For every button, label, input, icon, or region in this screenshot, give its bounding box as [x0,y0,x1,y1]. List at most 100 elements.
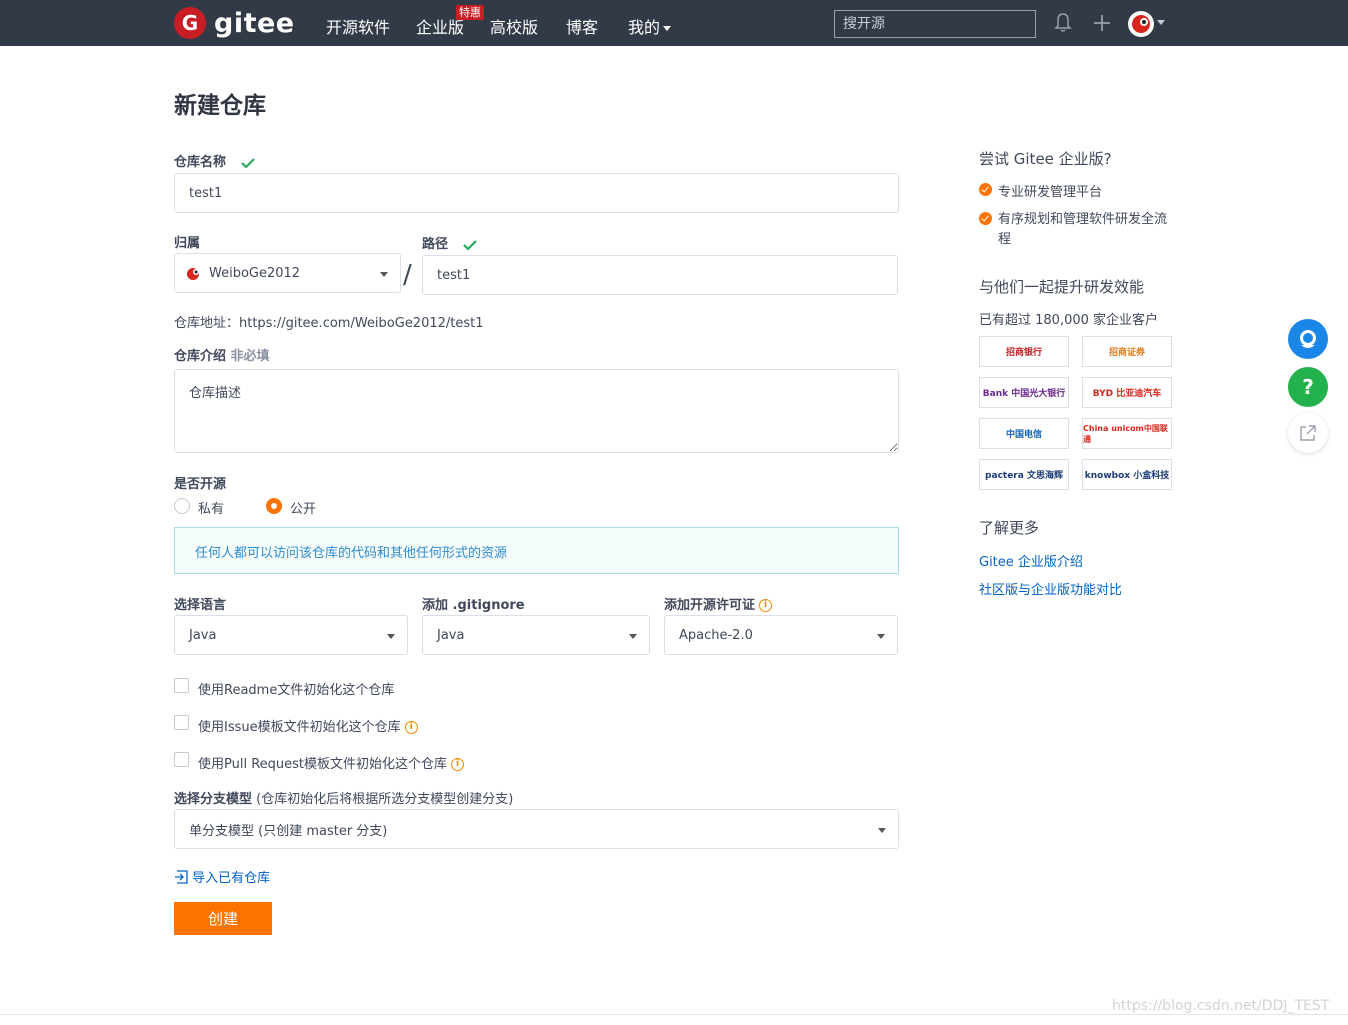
benefit-text: 专业研发管理平台 [998,185,1103,200]
benefit-item: 专业研发管理平台 [979,181,1102,200]
page-title: 新建仓库 [174,93,266,119]
promo-badge: 特惠 [456,5,484,20]
edition-compare-link[interactable]: 社区版与企业版功能对比 [979,579,1122,598]
public-info-box: 任何人都可以访问该仓库的代码和其他任何形式的资源 [174,527,899,574]
chevron-down-icon [629,634,637,639]
public-radio-label[interactable]: 公开 [290,498,316,517]
customer-logo-unicom: China unicom中国联通 [1082,418,1172,449]
readme-checkbox[interactable] [174,678,189,693]
repo-name-input[interactable]: test1 [174,173,899,213]
nav-blog[interactable]: 博客 [566,14,598,38]
open-source-label: 是否开源 [174,477,227,492]
customer-count: 已有超过 180,000 家企业客户 [979,313,1159,328]
check-icon [462,239,477,250]
import-repo-label: 导入已有仓库 [192,871,271,886]
path-separator: / [403,260,412,290]
plus-icon[interactable] [1092,12,1112,34]
avatar-chevron-down-icon[interactable] [1157,20,1165,25]
enterprise-intro-link[interactable]: Gitee 企业版介绍 [979,551,1083,570]
description-textarea[interactable] [174,369,899,453]
path-label: 路径 [422,233,477,252]
share-icon [1300,425,1316,441]
bell-icon[interactable] [1054,12,1072,34]
private-radio-label[interactable]: 私有 [198,498,224,517]
license-select-value: Apache-2.0 [679,627,753,643]
repo-name-label: 仓库名称 [174,151,255,170]
gitee-logo-text: gitee [214,7,295,39]
import-repo-link[interactable]: 导入已有仓库 [174,867,270,886]
path-label-text: 路径 [422,237,449,252]
customer-logo-pactera: pactera 文思海辉 [979,459,1069,490]
license-select[interactable]: Apache-2.0 [664,615,898,655]
language-label: 选择语言 [174,598,227,613]
chevron-down-icon [877,634,885,639]
language-select-value: Java [189,627,217,643]
benefit-item: 有序规划和管理软件研发全流程 [979,210,1175,250]
learn-more-title: 了解更多 [979,519,1040,537]
check-icon [240,157,255,168]
chat-icon [1300,330,1316,348]
chevron-down-icon [387,634,395,639]
customer-logo-ceb: Bank 中国光大银行 [979,377,1069,408]
nav-open-source[interactable]: 开源软件 [326,14,390,38]
repo-address: 仓库地址：https://gitee.com/WeiboGe2012/test1 [174,316,484,331]
info-icon[interactable]: i [451,758,465,771]
issue-template-checkbox[interactable] [174,715,189,730]
pr-template-label[interactable]: 使用Pull Request模板文件初始化这个仓库 i [198,753,465,772]
owner-select[interactable]: WeiboGe2012 [174,253,401,293]
customer-logo-knowbox: knowbox 小盒科技 [1082,459,1172,490]
benefit-text: 有序规划和管理软件研发全流程 [998,212,1168,247]
help-button[interactable]: ? [1288,367,1328,407]
user-avatar[interactable] [1128,11,1154,37]
desc-label-text: 仓库介绍 [174,349,227,364]
chat-button[interactable] [1288,319,1328,359]
issue-template-label-text: 使用Issue模板文件初始化这个仓库 [198,720,401,735]
language-select[interactable]: Java [174,615,408,655]
nav-education[interactable]: 高校版 [490,14,538,38]
desc-optional-hint: 非必填 [230,349,270,364]
issue-template-label[interactable]: 使用Issue模板文件初始化这个仓库 i [198,716,418,735]
chevron-down-icon [663,26,672,31]
branch-model-select-value: 单分支模型 (只创建 master 分支) [189,823,388,839]
watermark: https://blog.csdn.net/DDJ_TEST [1112,998,1330,1014]
desc-label: 仓库介绍 非必填 [174,345,270,364]
customer-logo-telecom: 中国电信 [979,418,1069,449]
public-radio[interactable] [266,498,282,514]
together-title: 与他们一起提升研发效能 [979,278,1145,296]
top-navbar: G gitee 开源软件 企业版 特惠 高校版 博客 我的 [0,0,1348,46]
nav-mine-label: 我的 [628,18,661,37]
check-circle-icon [979,183,992,196]
branch-model-label-text: 选择分支模型 [174,792,253,807]
try-enterprise-title: 尝试 Gitee 企业版? [979,150,1112,168]
gitignore-select-value: Java [437,627,465,643]
pr-template-checkbox[interactable] [174,752,189,767]
customer-logo-cmb: 招商银行 [979,336,1069,367]
private-radio[interactable] [174,498,190,514]
create-button[interactable]: 创建 [174,902,272,935]
branch-model-select[interactable]: 单分支模型 (只创建 master 分支) [174,809,899,849]
gitignore-select[interactable]: Java [422,615,650,655]
nav-mine[interactable]: 我的 [628,14,672,38]
owner-label: 归属 [174,236,201,251]
readme-checkbox-label[interactable]: 使用Readme文件初始化这个仓库 [198,679,394,698]
chevron-down-icon [878,828,886,833]
owner-select-value: WeiboGe2012 [209,265,301,281]
gitignore-label: 添加 .gitignore [422,598,525,613]
pr-template-label-text: 使用Pull Request模板文件初始化这个仓库 [198,757,448,772]
share-button[interactable] [1288,413,1328,453]
footer-divider [0,1014,1348,1015]
repo-name-label-text: 仓库名称 [174,155,227,170]
branch-model-label: 选择分支模型 (仓库初始化后将根据所选分支模型创建分支) [174,788,513,807]
search-input[interactable] [834,10,1036,38]
branch-model-hint: (仓库初始化后将根据所选分支模型创建分支) [256,792,514,807]
customer-logo-cms: 招商证券 [1082,336,1172,367]
license-label: 添加开源许可证 i [664,594,773,613]
gitee-logo[interactable]: G gitee [174,7,295,39]
owner-avatar-icon [187,268,199,280]
customer-logo-byd: BYD 比亚迪汽车 [1082,377,1172,408]
import-icon [175,870,188,884]
chevron-down-icon [380,272,388,277]
info-icon[interactable]: i [759,599,773,612]
info-icon[interactable]: i [404,721,418,734]
path-input[interactable]: test1 [422,255,898,295]
